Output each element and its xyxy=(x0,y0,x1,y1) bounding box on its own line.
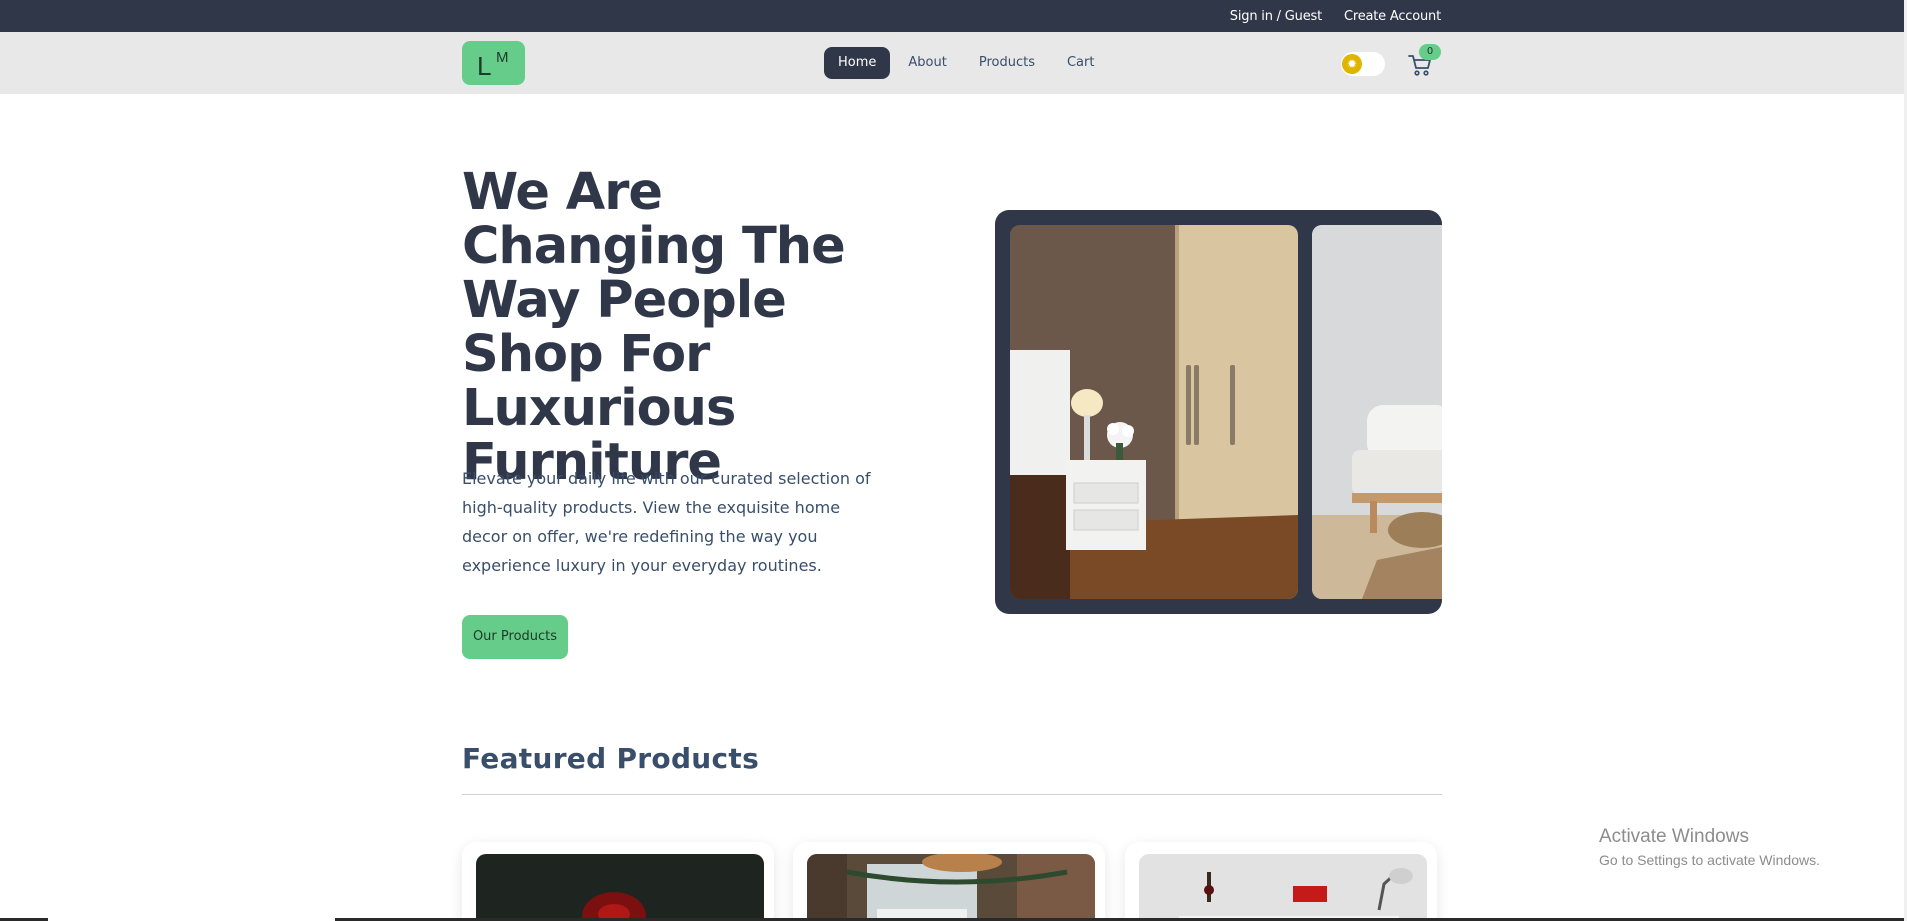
nav-menu: Home About Products Cart xyxy=(824,47,1108,79)
product-card[interactable] xyxy=(1125,842,1437,921)
sun-icon: ✹ xyxy=(1342,54,1362,74)
our-products-button[interactable]: Our Products xyxy=(462,615,568,659)
nav-item-products[interactable]: Products xyxy=(965,47,1049,79)
activate-windows-watermark: Activate Windows Go to Settings to activ… xyxy=(1599,826,1820,868)
hero-title: We Are Changing The Way People Shop For … xyxy=(462,163,846,492)
carousel-image-living-room xyxy=(1312,225,1442,599)
theme-toggle[interactable]: ✹ xyxy=(1341,52,1385,76)
nav-item-home[interactable]: Home xyxy=(824,47,891,79)
product-image xyxy=(1139,854,1427,921)
featured-products-title: Featured Products xyxy=(462,742,760,775)
top-bar-links: Sign in / Guest Create Account xyxy=(1230,0,1441,32)
create-account-link[interactable]: Create Account xyxy=(1344,9,1441,24)
product-card[interactable] xyxy=(462,842,774,921)
product-card[interactable] xyxy=(793,842,1105,921)
watermark-title: Activate Windows xyxy=(1599,826,1749,847)
navbar: L M Home About Products Cart ✹ 0 xyxy=(0,32,1907,94)
page: Sign in / Guest Create Account L M Home … xyxy=(0,0,1907,921)
product-image xyxy=(476,854,764,921)
logo-letter-l: L xyxy=(477,51,492,81)
top-bar: Sign in / Guest Create Account xyxy=(0,0,1907,32)
product-image xyxy=(807,854,1095,921)
cart-count-badge: 0 xyxy=(1419,44,1441,60)
hero-carousel[interactable] xyxy=(995,210,1442,614)
nav-item-cart[interactable]: Cart xyxy=(1053,47,1109,79)
logo-letter-m: M xyxy=(496,49,509,66)
sign-in-link[interactable]: Sign in / Guest xyxy=(1230,9,1322,24)
section-divider xyxy=(462,794,1442,795)
carousel-image-bedroom xyxy=(1010,225,1298,599)
hero-description: Elevate your daily life with our curated… xyxy=(462,469,871,575)
nav-item-about[interactable]: About xyxy=(894,47,960,79)
logo[interactable]: L M xyxy=(462,41,525,85)
watermark-subtitle: Go to Settings to activate Windows. xyxy=(1599,852,1820,868)
